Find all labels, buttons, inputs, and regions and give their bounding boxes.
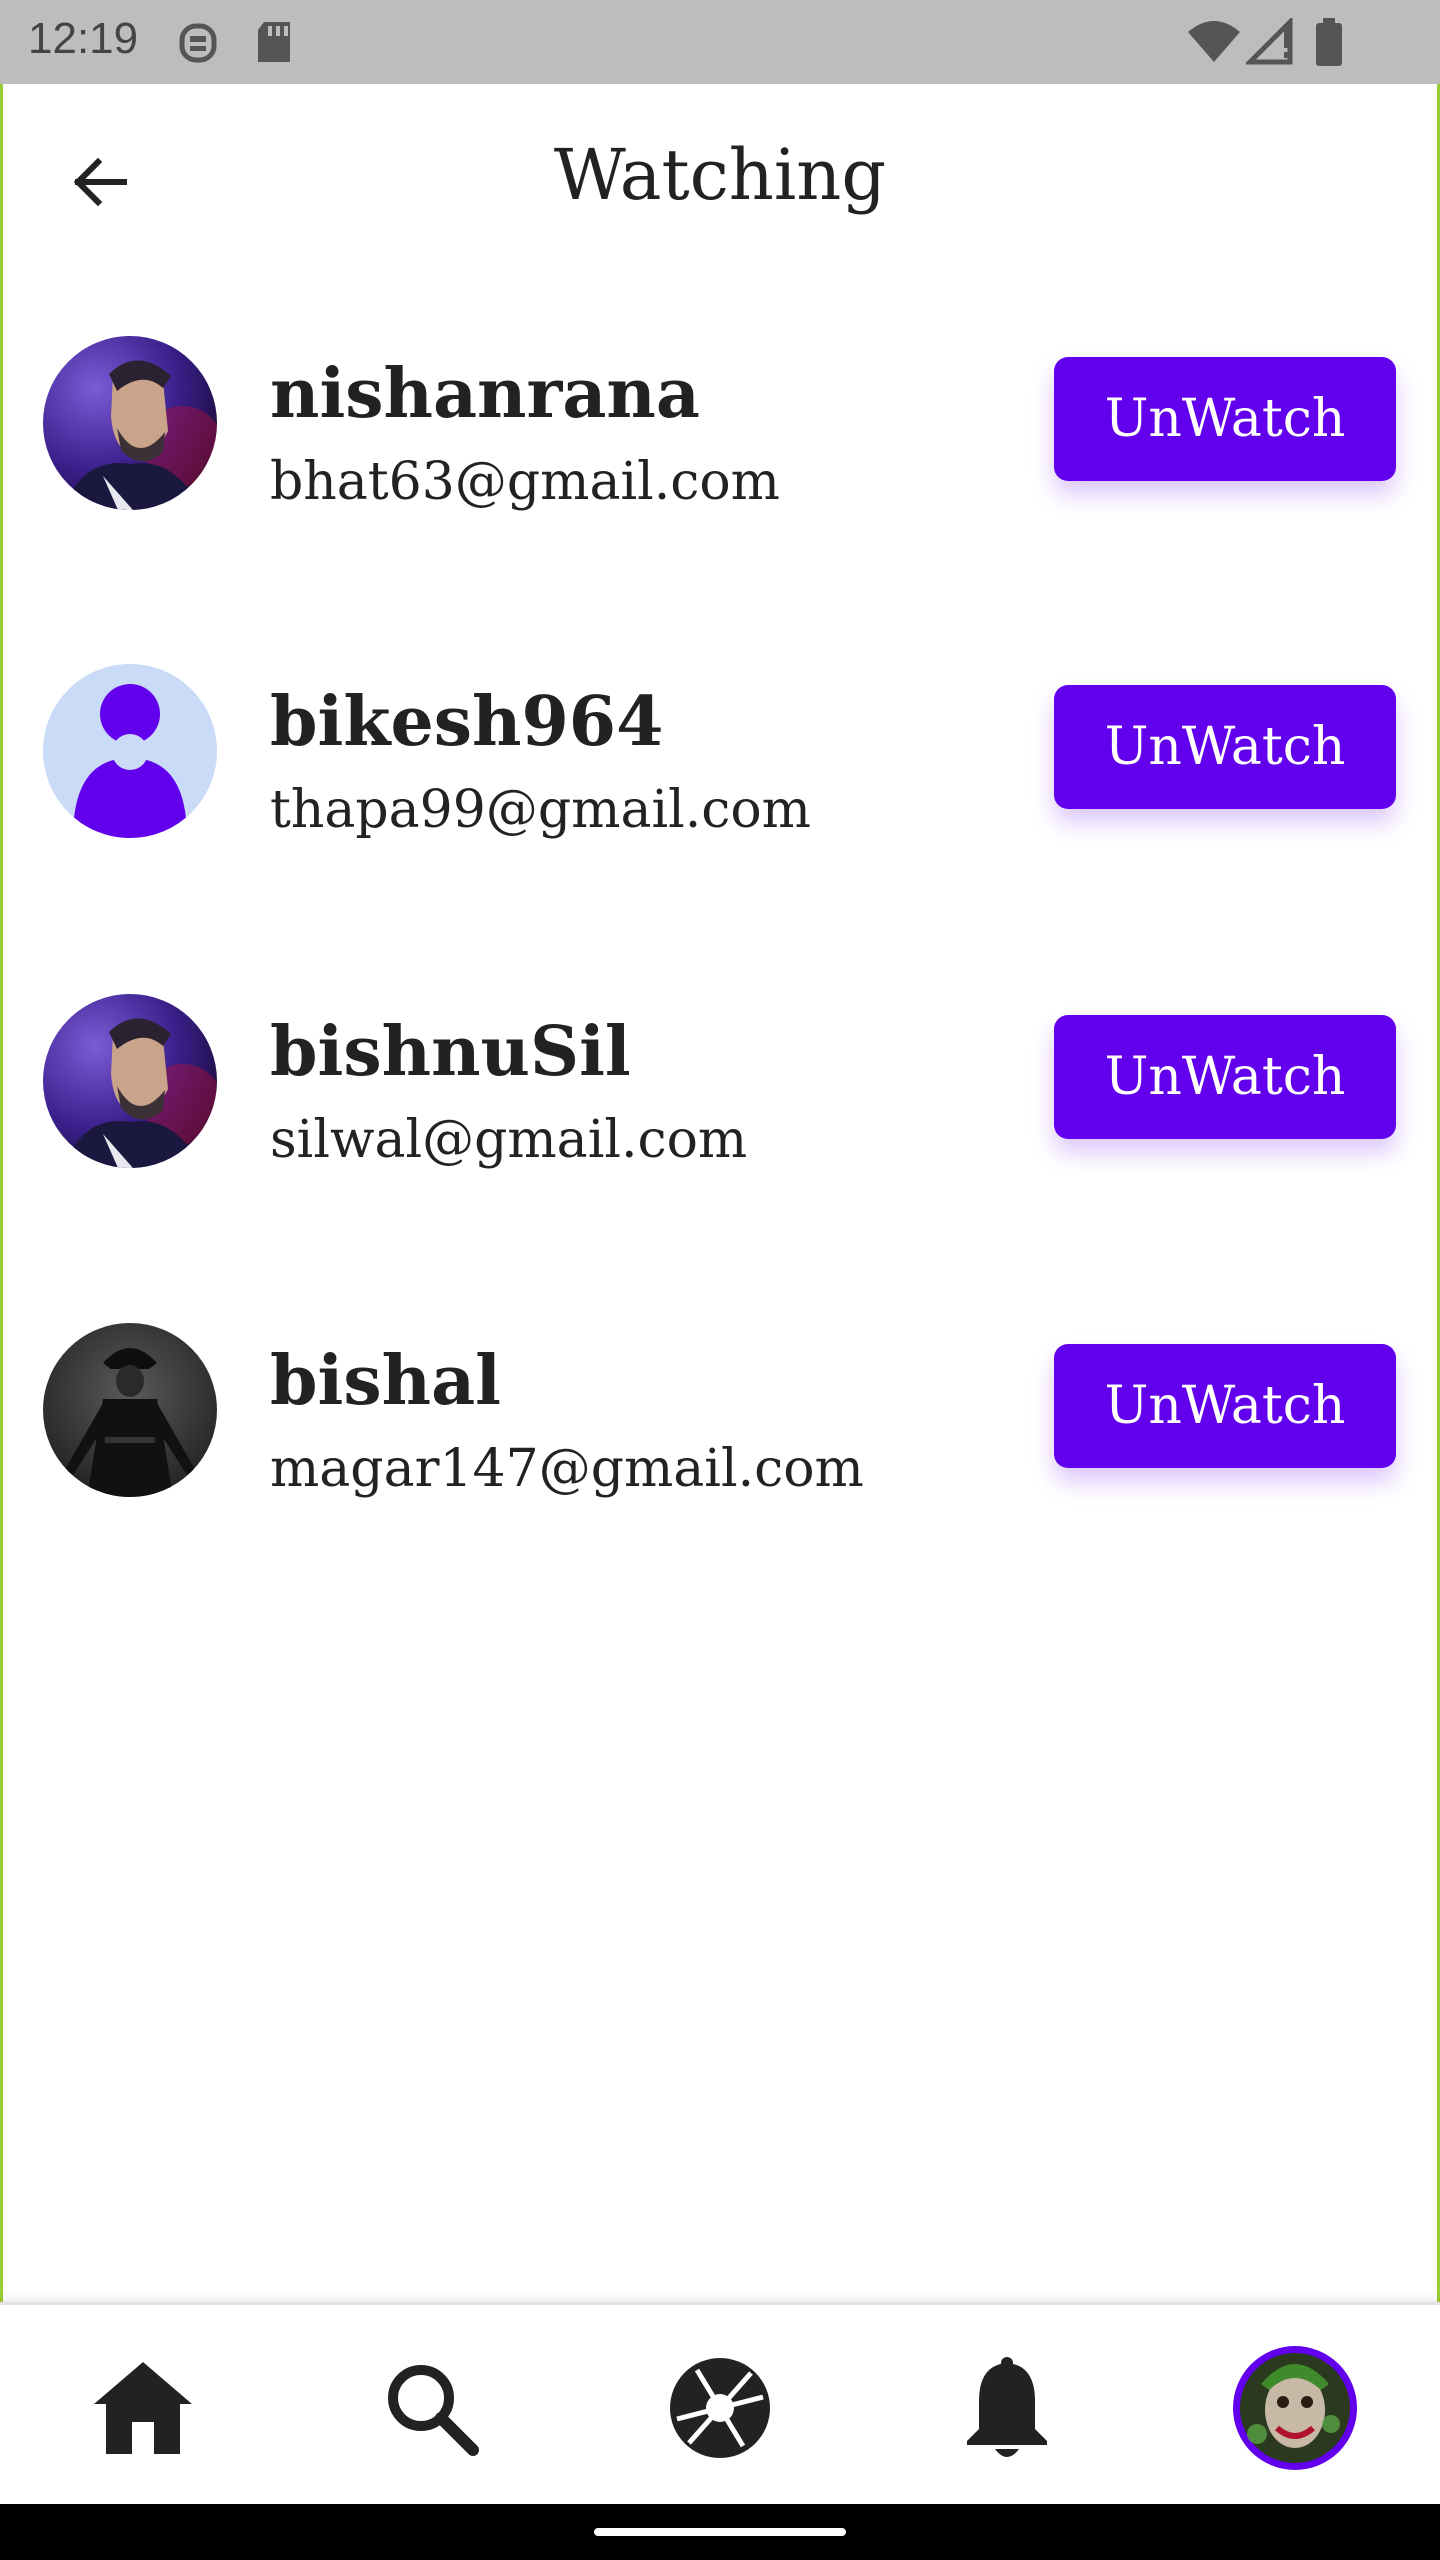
- list-item: bishal magar147@gmail.com UnWatch: [0, 1317, 1440, 1517]
- battery-icon: [1314, 18, 1344, 72]
- user-email: thapa99@gmail.com: [270, 780, 811, 840]
- user-name: nishanrana: [270, 354, 700, 434]
- system-gesture-bar: [0, 2504, 1440, 2560]
- profile-avatar: [1231, 2344, 1359, 2476]
- unwatch-button[interactable]: UnWatch: [1054, 1344, 1396, 1468]
- nav-search[interactable]: [366, 2345, 496, 2475]
- user-name: bishnuSil: [270, 1012, 631, 1092]
- signal-icon: [1243, 15, 1296, 70]
- wolverine-avatar[interactable]: [43, 994, 217, 1168]
- page-title: Watching: [553, 134, 887, 216]
- user-name: bishal: [270, 1341, 501, 1421]
- home-icon: [88, 2358, 198, 2462]
- default-person-avatar[interactable]: [43, 664, 217, 838]
- sd-card-icon: [254, 18, 294, 70]
- app-bar: Watching: [0, 84, 1440, 274]
- nav-camera[interactable]: [655, 2345, 785, 2475]
- list-item: nishanrana bhat63@gmail.com UnWatch: [0, 330, 1440, 530]
- ghost-app-icon: [178, 18, 218, 70]
- user-email: magar147@gmail.com: [270, 1439, 864, 1499]
- list-item: bishnuSil silwal@gmail.com UnWatch: [0, 988, 1440, 1188]
- nav-notifications[interactable]: [942, 2345, 1072, 2475]
- status-bar: 12:19: [0, 0, 1440, 84]
- wolverine-avatar[interactable]: [43, 336, 217, 510]
- nav-profile[interactable]: [1230, 2345, 1360, 2475]
- notifications-bell-icon: [959, 2355, 1055, 2465]
- v-vendetta-avatar[interactable]: [43, 1323, 217, 1497]
- user-email: bhat63@gmail.com: [270, 452, 780, 512]
- status-time: 12:19: [28, 14, 139, 63]
- camera-shutter-icon: [667, 2355, 773, 2465]
- unwatch-button[interactable]: UnWatch: [1054, 685, 1396, 809]
- wifi-icon: [1186, 18, 1242, 70]
- user-name: bikesh964: [270, 682, 664, 762]
- unwatch-button[interactable]: UnWatch: [1054, 357, 1396, 481]
- bottom-navigation: [0, 2302, 1440, 2507]
- unwatch-button[interactable]: UnWatch: [1054, 1015, 1396, 1139]
- list-item: bikesh964 thapa99@gmail.com UnWatch: [0, 658, 1440, 858]
- user-email: silwal@gmail.com: [270, 1110, 748, 1170]
- search-icon: [381, 2358, 481, 2462]
- home-gesture-handle[interactable]: [594, 2528, 846, 2536]
- nav-home[interactable]: [78, 2345, 208, 2475]
